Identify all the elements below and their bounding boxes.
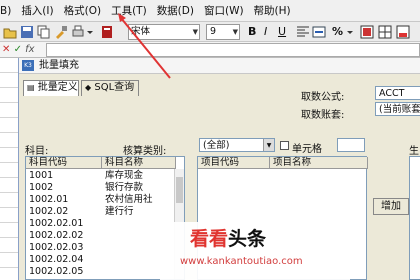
account-set-value: (当前账套: [379, 104, 420, 115]
right-partial-label: 生 [409, 146, 419, 157]
bold-button[interactable]: B [248, 25, 256, 39]
subject-code-cell[interactable]: 1002.02 [29, 207, 68, 217]
menu-file-partial[interactable]: B) [0, 5, 16, 17]
subject-name-cell[interactable]: 建行行 [105, 207, 134, 217]
confirm-icon[interactable]: ✓ [14, 44, 22, 55]
print-icon[interactable] [71, 25, 85, 39]
scrollbar-thumb[interactable] [176, 177, 183, 203]
fx-label[interactable]: fx [25, 44, 34, 55]
menu-tools[interactable]: 工具(T) [106, 3, 152, 18]
category-value: (全部) [203, 140, 230, 151]
menu-insert[interactable]: 插入(I) [16, 3, 58, 18]
tab-sql-query[interactable]: ◆ SQL查询 [81, 80, 139, 96]
subject-code-cell[interactable]: 1002.02.02 [29, 231, 83, 241]
menu-bar: B) 插入(I) 格式(O) 工具(T) 数据(D) 窗口(W) 帮助(H) [0, 0, 420, 22]
percent-button[interactable]: % [332, 25, 343, 39]
sheet-grid[interactable] [0, 58, 18, 280]
font-size-value: 9 [210, 26, 217, 37]
formula-label: 取数公式: [301, 92, 345, 103]
open-folder-icon[interactable] [3, 25, 17, 39]
menu-data[interactable]: 数据(D) [152, 3, 199, 18]
watermark-brand-part1: 看看 [190, 228, 229, 250]
menu-help[interactable]: 帮助(H) [249, 3, 296, 18]
chevron-down-icon: ▼ [263, 139, 274, 151]
subject-code-cell[interactable]: 1002 [29, 183, 53, 193]
subject-code-cell[interactable]: 1002.02.01 [29, 219, 83, 229]
item-name-header[interactable]: 项目名称 [270, 157, 368, 169]
cell-input[interactable] [337, 138, 365, 152]
underline-button[interactable]: U [278, 25, 286, 39]
align-left-icon[interactable] [296, 25, 310, 39]
subject-code-cell[interactable]: 1002.02.04 [29, 255, 83, 265]
book-icon[interactable] [100, 25, 114, 39]
save-icon[interactable] [20, 25, 34, 39]
grid-icon[interactable] [360, 25, 374, 39]
formula-select[interactable]: ACCT [375, 86, 420, 100]
subject-label: 科目: [25, 146, 49, 157]
paint-brush-icon[interactable] [54, 25, 68, 39]
merge-center-icon[interactable] [312, 25, 326, 39]
right-list[interactable] [409, 156, 420, 280]
cell-checkbox[interactable] [280, 141, 289, 150]
subject-code-cell[interactable]: 1001 [29, 171, 53, 181]
subject-code-cell[interactable]: 1002.02.05 [29, 267, 83, 277]
watermark-url: www.kankantoutiao.com [180, 256, 303, 267]
tab-sql-query-label: SQL查询 [94, 82, 135, 93]
formula-bar: ✕ ✓ fx [0, 42, 420, 58]
category-select[interactable]: (全部) ▼ [199, 138, 275, 152]
dialog-title: 批量填充 [39, 60, 79, 71]
fill-color-icon[interactable] [396, 25, 410, 39]
watermark: 看看头条 www.kankantoutiao.com [160, 222, 350, 280]
font-name-value: 宋体 [131, 26, 151, 37]
subject-name-cell[interactable]: 农村信用社 [105, 195, 153, 205]
dropdown-arrow-icon[interactable] [346, 25, 354, 39]
account-set-label: 取数账套: [301, 110, 345, 121]
font-size-select[interactable]: 9 ▼ [206, 24, 240, 40]
copy-icon[interactable] [37, 25, 51, 39]
item-code-header[interactable]: 项目代码 [198, 157, 270, 169]
subject-code-cell[interactable]: 1002.01 [29, 195, 68, 205]
subject-name-header[interactable]: 科目名称 [102, 157, 176, 169]
account-set-select[interactable]: (当前账套: [375, 102, 420, 116]
subject-name-cell[interactable]: 银行存款 [105, 183, 143, 193]
app-icon: K3 [22, 60, 34, 71]
italic-button[interactable]: I [264, 25, 267, 39]
tab-batch-define[interactable]: ▤ 批量定义 [23, 80, 79, 96]
dropdown-arrow-icon[interactable] [86, 25, 94, 39]
watermark-brand-part2: 头条 [228, 228, 267, 250]
tab-batch-define-label: 批量定义 [37, 82, 78, 93]
border-icon[interactable] [378, 25, 392, 39]
cancel-icon[interactable]: ✕ [2, 44, 10, 55]
subject-name-cell[interactable]: 库存现金 [105, 171, 143, 181]
menu-format[interactable]: 格式(O) [59, 3, 106, 18]
tab-sql-icon: ◆ [85, 83, 92, 92]
category-label: 核算类别: [123, 146, 167, 157]
tab-document-icon: ▤ [27, 83, 35, 92]
subject-code-header[interactable]: 科目代码 [26, 157, 102, 169]
formula-input[interactable] [46, 43, 420, 57]
chevron-down-icon: ▼ [192, 28, 198, 36]
watermark-brand: 看看头条 [190, 224, 266, 251]
font-name-select[interactable]: 宋体 ▼ [128, 24, 200, 40]
subject-code-cell[interactable]: 1002.02.03 [29, 243, 83, 253]
dialog-title-bar: K3 批量填充 [19, 58, 420, 74]
formula-value: ACCT [379, 88, 405, 99]
chevron-down-icon: ▼ [232, 28, 238, 36]
formula-controls: ✕ ✓ fx [0, 42, 44, 58]
formatting-toolbar: 宋体 ▼ 9 ▼ B I U % [0, 22, 420, 42]
cell-checkbox-label: 单元格 [292, 144, 322, 155]
menu-window[interactable]: 窗口(W) [199, 3, 249, 18]
add-button[interactable]: 增加 [373, 198, 409, 215]
